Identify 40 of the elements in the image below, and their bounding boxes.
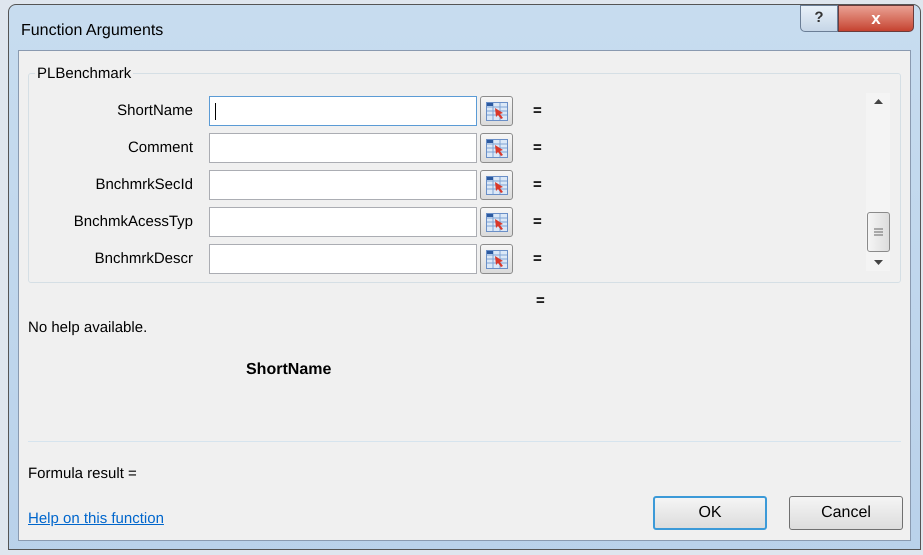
- scroll-down-icon[interactable]: [874, 260, 882, 265]
- range-select-button[interactable]: [480, 170, 513, 200]
- argument-label: ShortName: [116, 100, 193, 121]
- range-select-button[interactable]: [480, 133, 513, 163]
- argument-field[interactable]: [209, 96, 477, 126]
- range-picker-icon: [486, 212, 508, 232]
- range-picker-icon: [486, 176, 508, 194]
- function-result: =: [536, 291, 546, 311]
- argument-label: Comment: [126, 138, 193, 158]
- argument-field[interactable]: [209, 207, 477, 237]
- equals-sign: =: [533, 100, 542, 121]
- range-picker-icon: [486, 250, 508, 268]
- range-select-button[interactable]: [480, 96, 513, 126]
- argument-field[interactable]: [209, 133, 477, 163]
- dialog-button[interactable]: OK: [653, 496, 767, 530]
- range-select-button[interactable]: [480, 244, 513, 274]
- range-select-button[interactable]: [480, 207, 513, 237]
- scrollbar[interactable]: [866, 93, 890, 271]
- argument-field[interactable]: [209, 244, 477, 274]
- equals-sign: =: [533, 174, 542, 195]
- help-text: No help available.: [28, 318, 148, 338]
- argument-name: ShortName: [246, 360, 332, 380]
- equals-sign: =: [533, 212, 542, 232]
- argument-field[interactable]: [209, 170, 477, 200]
- range-picker-icon: [486, 102, 508, 120]
- argument-label: BnchmkAcessTyp: [72, 212, 193, 232]
- help-link[interactable]: Help on this function: [28, 508, 164, 530]
- argument-label: BnchmrkDescr: [94, 248, 193, 269]
- text-caret: [215, 102, 216, 120]
- formula-result: Formula result =: [28, 464, 138, 484]
- argument-label: BnchmrkSecId: [94, 174, 193, 195]
- range-picker-icon: [486, 138, 508, 158]
- equals-sign: =: [533, 138, 542, 158]
- scroll-up-icon[interactable]: [874, 99, 882, 104]
- dialog-button[interactable]: Cancel: [789, 496, 903, 530]
- equals-sign: =: [533, 248, 542, 269]
- grip-icon: [874, 228, 882, 236]
- scroll-thumb[interactable]: [866, 212, 890, 252]
- window-title: Function Arguments: [21, 21, 164, 41]
- help-button[interactable]: ?: [800, 5, 838, 32]
